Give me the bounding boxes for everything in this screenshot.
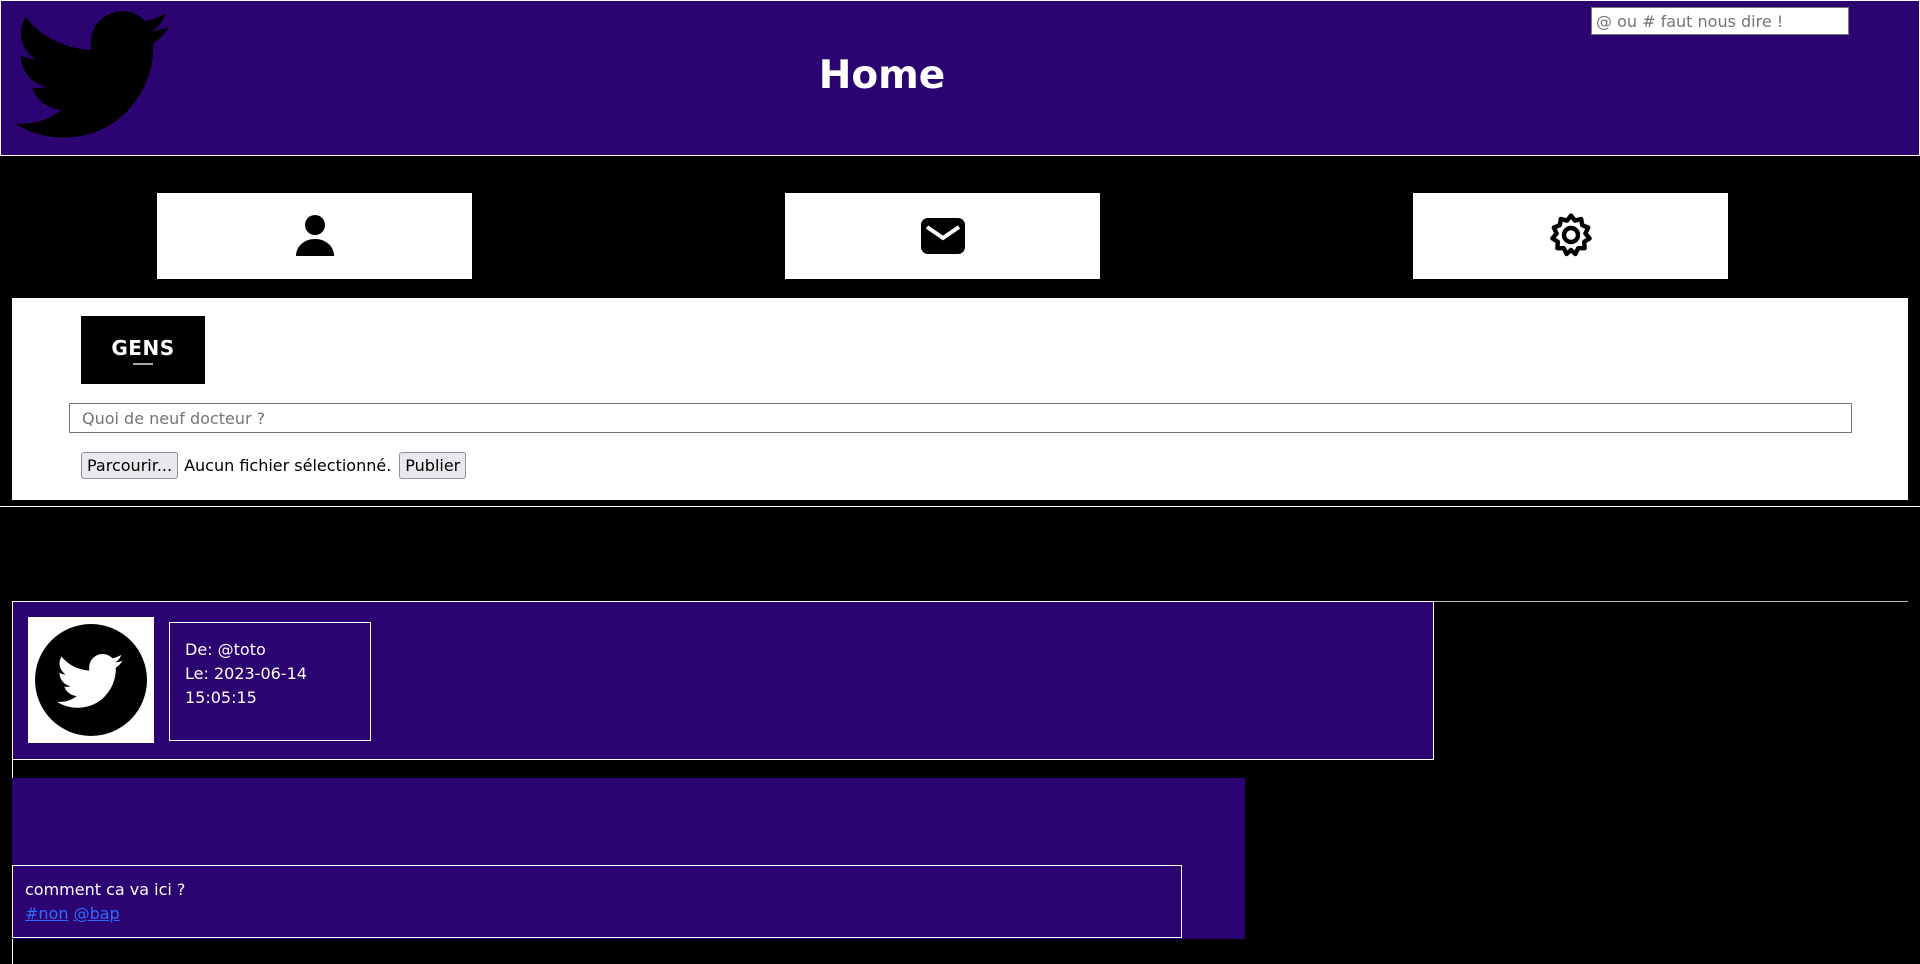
hashtag-link[interactable]: #non xyxy=(25,904,68,923)
post-date: Le: 2023-06-14 15:05:15 xyxy=(185,664,307,707)
compose-panel: GENS Parcourir... Aucun fichier sélectio… xyxy=(12,298,1908,500)
twitter-circle-icon xyxy=(35,624,147,736)
gens-logo: GENS xyxy=(81,316,205,384)
page-title: Home xyxy=(818,53,946,98)
gens-logo-text: GENS xyxy=(111,335,175,360)
mention-link[interactable]: @bap xyxy=(74,904,120,923)
file-upload-row: Parcourir... Aucun fichier sélectionné. … xyxy=(81,452,467,479)
post-text: comment ca va ici ? xyxy=(25,880,186,899)
settings-button[interactable] xyxy=(1413,193,1728,279)
post-meta: De: @toto Le: 2023-06-14 15:05:15 xyxy=(169,622,371,741)
envelope-icon xyxy=(920,218,965,254)
post-header: De: @toto Le: 2023-06-14 15:05:15 xyxy=(12,601,1434,760)
post-tags: #non @bap xyxy=(25,902,1169,926)
search-input[interactable] xyxy=(1591,7,1849,35)
divider xyxy=(0,506,1920,507)
person-icon xyxy=(295,215,334,256)
avatar xyxy=(28,617,154,743)
post-author: De: @toto xyxy=(185,640,266,659)
gens-logo-underline xyxy=(133,362,153,365)
post-body: comment ca va ici ? #non @bap xyxy=(12,778,1245,939)
post-content: comment ca va ici ? #non @bap xyxy=(12,865,1182,938)
gear-icon xyxy=(1549,213,1592,257)
messages-button[interactable] xyxy=(785,193,1100,279)
publish-button[interactable]: Publier xyxy=(399,452,467,479)
compose-input[interactable] xyxy=(69,403,1852,433)
header: Home xyxy=(0,0,1920,156)
profile-button[interactable] xyxy=(157,193,472,279)
no-file-label: Aucun fichier sélectionné. xyxy=(184,456,392,475)
browse-button[interactable]: Parcourir... xyxy=(81,452,179,479)
